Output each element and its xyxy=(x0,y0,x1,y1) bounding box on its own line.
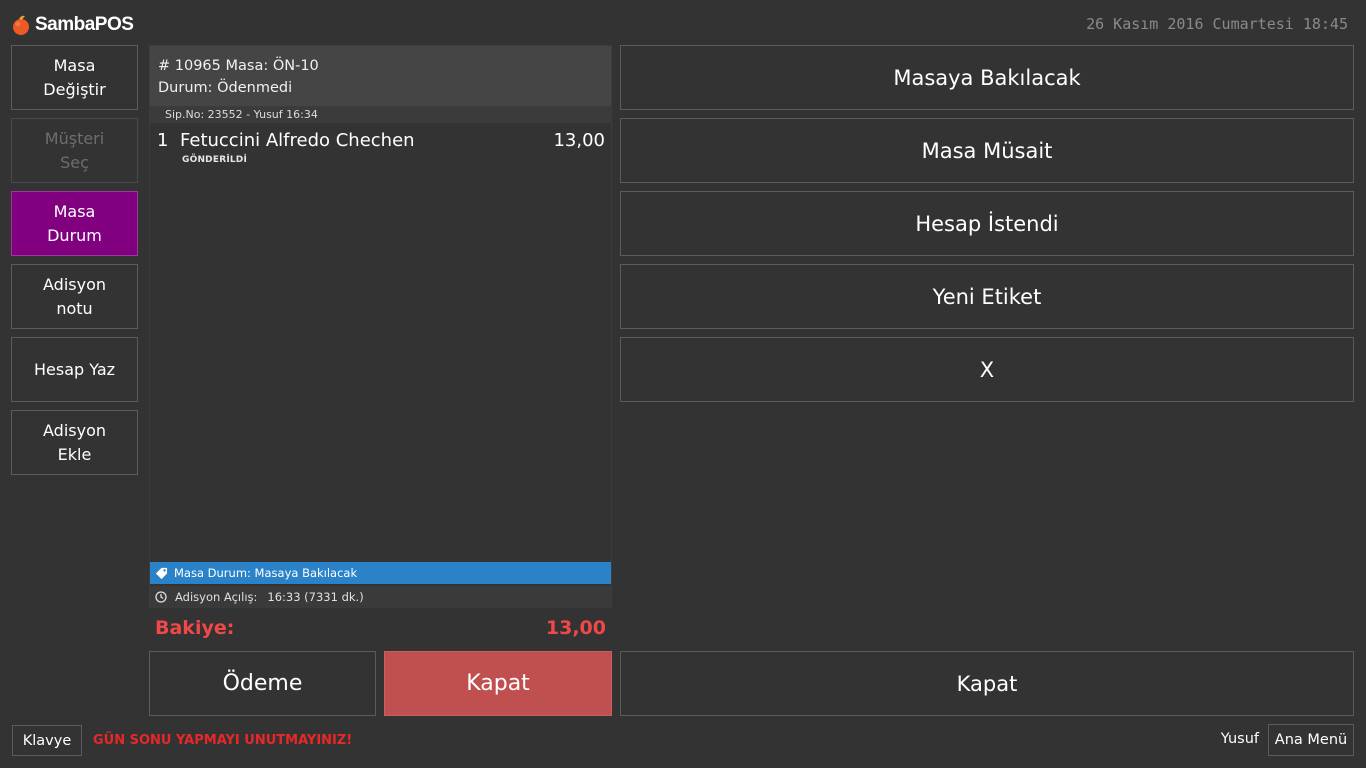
datetime: 26 Kasım 2016 Cumartesi 18:45 xyxy=(1086,15,1348,33)
order-item[interactable]: 1 Fetuccini Alfredo Chechen 13,00 xyxy=(157,130,605,154)
item-price: 13,00 xyxy=(553,130,605,151)
ticket-panel: # 10965 Masa: ÖN-10 Durum: Ödenmedi Sip.… xyxy=(149,45,612,608)
status-button-bill-requested[interactable]: Hesap İstendi xyxy=(620,191,1354,256)
change-table-button[interactable]: Masa Değiştir xyxy=(11,45,138,110)
close-ticket-button[interactable]: Kapat xyxy=(384,651,612,716)
end-of-day-warning: GÜN SONU YAPMAYI UNUTMAYINIZ! xyxy=(93,733,353,748)
logo-text: SambaPOS xyxy=(35,14,134,35)
right-close-button[interactable]: Kapat xyxy=(620,651,1354,716)
main-menu-button[interactable]: Ana Menü xyxy=(1268,724,1354,756)
select-customer-button[interactable]: Müşteri Seç xyxy=(11,118,138,183)
status-button-new-tag[interactable]: Yeni Etiket xyxy=(620,264,1354,329)
status-button-clear[interactable]: X xyxy=(620,337,1354,402)
table-status-button[interactable]: Masa Durum xyxy=(11,191,138,256)
add-ticket-button[interactable]: Adisyon Ekle xyxy=(11,410,138,475)
app-logo: SambaPOS xyxy=(10,11,134,39)
current-user: Yusuf xyxy=(1220,731,1259,747)
ticket-header: # 10965 Masa: ÖN-10 Durum: Ödenmedi xyxy=(150,46,611,106)
clock-icon xyxy=(155,591,167,603)
item-name: Fetuccini Alfredo Chechen xyxy=(180,130,415,151)
payment-button[interactable]: Ödeme xyxy=(149,651,376,716)
print-bill-button[interactable]: Hesap Yaz xyxy=(11,337,138,402)
ticket-number: # 10965 Masa: ÖN-10 xyxy=(158,58,319,74)
item-quantity: 1 xyxy=(157,130,169,151)
balance-value: 13,00 xyxy=(545,617,606,639)
ticket-tag-bar: Masa Durum: Masaya Bakılacak xyxy=(150,562,611,584)
item-state: GÖNDERİLDİ xyxy=(182,155,248,165)
keyboard-button[interactable]: Klavye xyxy=(12,725,82,756)
order-info: Sip.No: 23552 - Yusuf 16:34 xyxy=(150,106,611,123)
tag-icon xyxy=(155,567,168,579)
tag-text: Masa Durum: Masaya Bakılacak xyxy=(174,566,358,580)
open-time-label: Adisyon Açılış: xyxy=(175,590,258,604)
status-button-check-table[interactable]: Masaya Bakılacak xyxy=(620,45,1354,110)
ticket-status: Durum: Ödenmedi xyxy=(158,80,293,96)
open-time-value: 16:33 (7331 dk.) xyxy=(267,590,364,604)
balance-label: Bakiye: xyxy=(155,617,235,639)
status-button-table-available[interactable]: Masa Müsait xyxy=(620,118,1354,183)
ticket-open-time: Adisyon Açılış: 16:33 (7331 dk.) xyxy=(150,586,611,608)
ticket-note-button[interactable]: Adisyon notu xyxy=(11,264,138,329)
tomato-logo-icon xyxy=(13,15,29,35)
